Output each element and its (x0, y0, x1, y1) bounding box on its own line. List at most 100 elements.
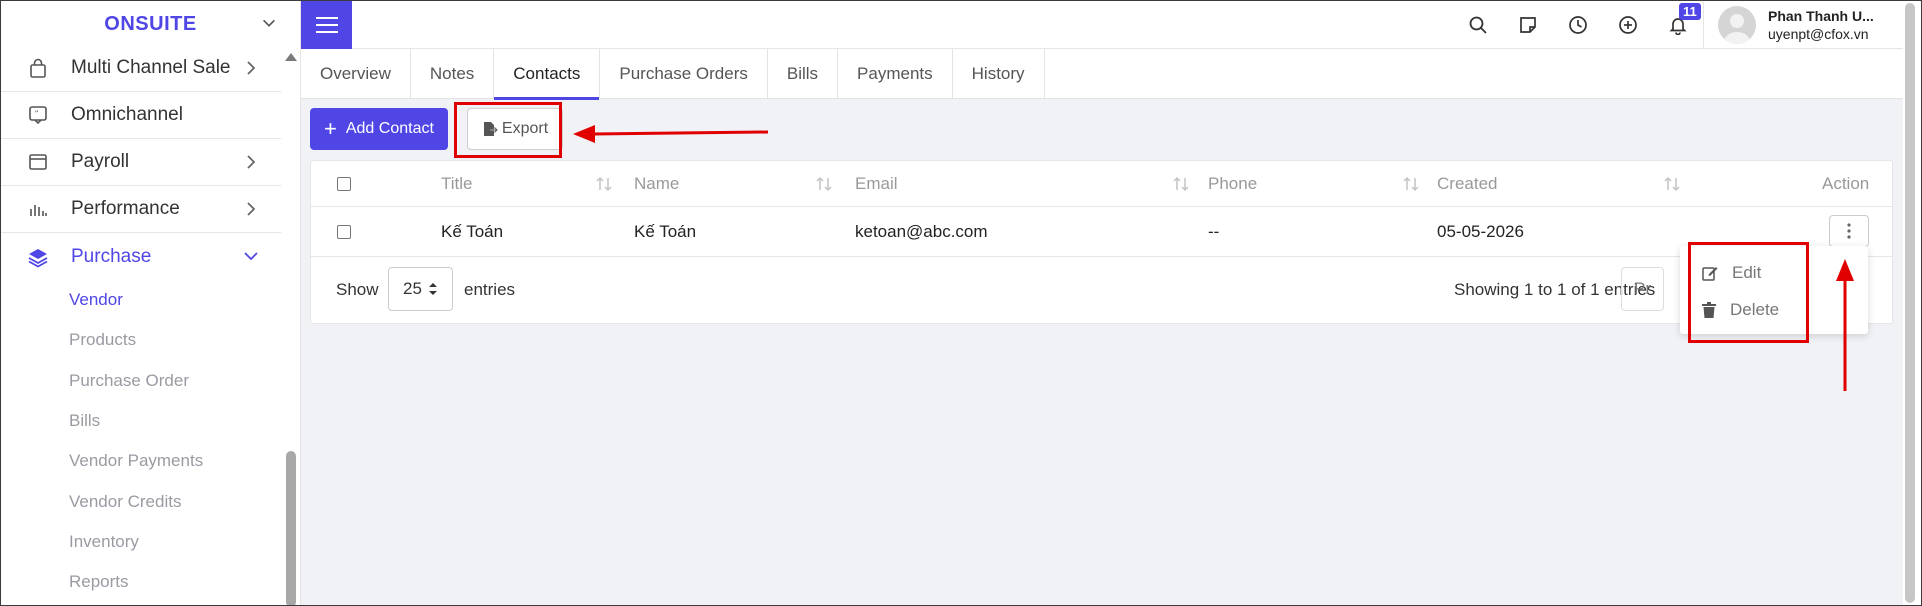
sort-icon[interactable] (1401, 175, 1421, 193)
tab-notes[interactable]: Notes (411, 49, 495, 99)
sort-icon[interactable] (1171, 175, 1191, 193)
cell-name: Kế Toán (634, 221, 697, 241)
tab-bar: Overview Notes Contacts Purchase Orders … (301, 49, 1903, 100)
row-action-menu-button[interactable] (1829, 215, 1869, 247)
sidebar: ONSUITE Multi Channel Sale ” Omnichannel… (1, 1, 301, 605)
cell-phone: -- (1208, 221, 1220, 241)
column-header-name[interactable]: Name (634, 161, 679, 206)
column-header-phone[interactable]: Phone (1208, 161, 1257, 206)
page-scrollbar-thumb[interactable] (1905, 3, 1915, 603)
layers-icon (27, 246, 49, 268)
search-icon (1469, 16, 1487, 34)
tab-history[interactable]: History (953, 49, 1045, 99)
annotation-arrow-left-icon (573, 125, 769, 143)
topbar: 11 Phan Thanh U... uyenpt@cfox.vn (301, 1, 1903, 49)
avatar (1718, 6, 1756, 44)
table-footer: Show 25 entries Showing 1 to 1 of 1 entr… (311, 257, 1892, 323)
cell-title: Kế Toán (441, 221, 504, 241)
topbar-icons: 11 Phan Thanh U... uyenpt@cfox.vn (1453, 1, 1903, 49)
sidebar-item-omnichannel[interactable]: ” Omnichannel (1, 92, 281, 139)
submenu-item-vendor[interactable]: Vendor (69, 280, 300, 320)
add-contact-button[interactable]: + Add Contact (310, 108, 448, 150)
select-arrows-icon (428, 283, 437, 295)
submenu-item-vendor-credits[interactable]: Vendor Credits (69, 481, 300, 521)
notification-badge: 11 (1679, 3, 1701, 20)
submenu-item-reports[interactable]: Reports (69, 562, 300, 602)
sort-icon[interactable] (1662, 175, 1682, 193)
brand[interactable]: ONSUITE (1, 1, 300, 48)
column-header-email[interactable]: Email (855, 161, 898, 206)
chevron-right-icon (247, 155, 256, 169)
table-row[interactable]: Kế Toán Kế Toán ketoan@abc.com -- 05-05-… (311, 207, 1892, 257)
tab-payments[interactable]: Payments (838, 49, 953, 99)
purchase-submenu: Vendor Products Purchase Order Bills Ven… (1, 280, 300, 602)
hamburger-icon (315, 17, 338, 33)
user-email: uyenpt@cfox.vn (1768, 26, 1869, 42)
sidebar-scroll-up-arrow[interactable] (285, 53, 297, 61)
sidebar-item-payroll[interactable]: Payroll (1, 139, 281, 186)
sort-icon[interactable] (594, 175, 614, 193)
chat-bubble-icon: ” (27, 104, 49, 126)
note-icon (1520, 17, 1536, 33)
sidebar-item-label: Performance (71, 198, 180, 219)
cell-email: ketoan@abc.com (855, 221, 988, 241)
submenu-item-inventory[interactable]: Inventory (69, 522, 300, 562)
add-button[interactable] (1603, 1, 1653, 49)
chevron-right-icon (247, 202, 256, 216)
chevron-down-icon (244, 252, 258, 261)
submenu-item-purchase-order[interactable]: Purchase Order (69, 361, 300, 401)
column-header-created[interactable]: Created (1437, 161, 1497, 206)
sidebar-item-purchase[interactable]: Purchase (1, 233, 281, 280)
svg-text:”: ” (35, 110, 39, 119)
sidebar-item-multi-channel-sale[interactable]: Multi Channel Sale (1, 45, 281, 92)
tab-bills[interactable]: Bills (768, 49, 839, 99)
page-size-value: 25 (403, 279, 422, 298)
tab-contacts[interactable]: Contacts (494, 49, 601, 100)
submenu-item-bills[interactable]: Bills (69, 401, 300, 441)
chevron-right-icon (247, 61, 256, 75)
brand-name: ONSUITE (104, 13, 197, 35)
annotation-arrow-up-icon (1836, 259, 1854, 391)
window-icon (27, 151, 49, 173)
tab-purchase-orders[interactable]: Purchase Orders (600, 49, 768, 99)
row-checkbox[interactable] (337, 224, 351, 239)
more-vertical-icon (1847, 223, 1851, 239)
submenu-item-vendor-payments[interactable]: Vendor Payments (69, 441, 300, 481)
table-header: Title Name Email Phone Created Action (311, 161, 1892, 207)
clock-button[interactable] (1553, 1, 1603, 49)
user-name: Phan Thanh U... (1768, 8, 1874, 24)
shopping-bag-icon (27, 57, 49, 79)
entries-label: entries (464, 280, 516, 299)
sort-icon[interactable] (814, 175, 834, 193)
sidebar-item-label: Omnichannel (71, 104, 183, 125)
app-window: ONSUITE Multi Channel Sale ” Omnichannel… (0, 0, 1922, 606)
user-menu[interactable]: Phan Thanh U... uyenpt@cfox.vn (1703, 1, 1903, 49)
cell-created: 05-05-2026 (1437, 221, 1524, 241)
menu-toggle-button[interactable] (301, 1, 352, 49)
notes-button[interactable] (1503, 1, 1553, 49)
search-button[interactable] (1453, 1, 1503, 49)
column-header-action: Action (1822, 173, 1870, 193)
notifications-button[interactable]: 11 (1653, 1, 1703, 49)
sidebar-scrollbar-thumb[interactable] (286, 451, 296, 605)
show-label: Show (336, 280, 379, 299)
dropdown-highlight-box (1688, 242, 1809, 343)
export-highlight-box (454, 102, 562, 158)
plus-circle-icon (1619, 16, 1637, 34)
sidebar-item-label: Payroll (71, 151, 130, 172)
contacts-table-card: Title Name Email Phone Created Action Kế… (310, 160, 1893, 324)
add-contact-label: Add Contact (345, 120, 434, 137)
previous-page-button[interactable]: Pr (1621, 267, 1664, 311)
plus-icon: + (324, 116, 337, 141)
sidebar-item-performance[interactable]: Performance (1, 186, 281, 233)
clock-icon (1569, 16, 1587, 34)
select-all-checkbox[interactable] (337, 176, 351, 191)
bar-chart-icon (27, 198, 49, 220)
tab-overview[interactable]: Overview (301, 49, 411, 99)
page-size-select[interactable]: 25 (388, 267, 453, 311)
sidebar-item-label: Multi Channel Sale (71, 57, 231, 78)
column-header-title[interactable]: Title (441, 161, 473, 206)
submenu-item-products[interactable]: Products (69, 320, 300, 360)
chevron-down-icon[interactable] (260, 14, 278, 32)
sidebar-item-label: Purchase (71, 245, 152, 267)
